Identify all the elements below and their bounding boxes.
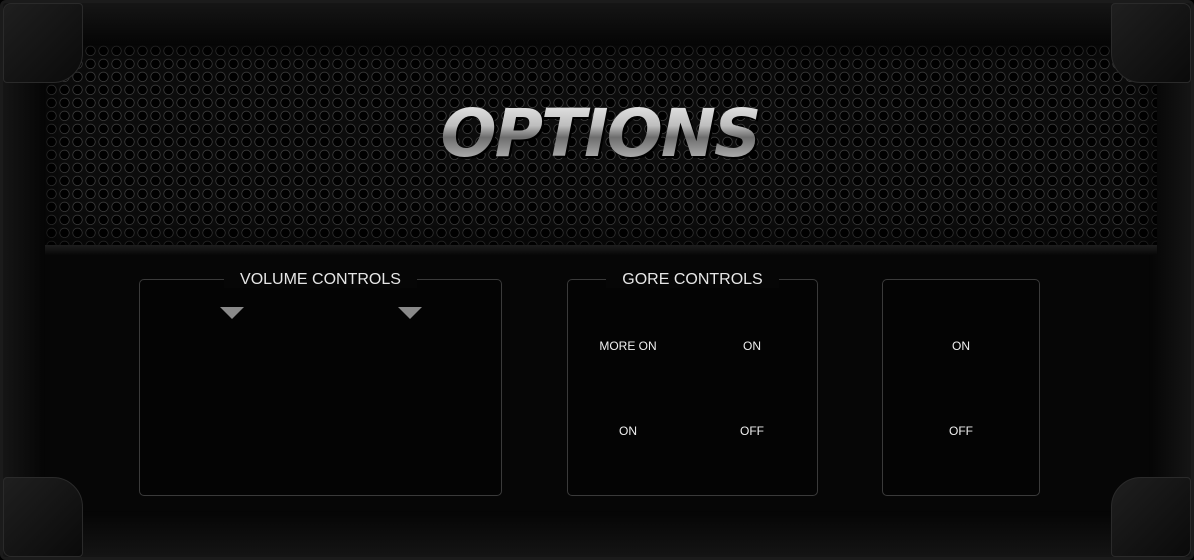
- corner-cap: [1111, 477, 1191, 557]
- toggle-option-off[interactable]: OFF: [911, 424, 1011, 438]
- frame-bottom: [3, 511, 1191, 557]
- corner-cap: [3, 477, 83, 557]
- toggle-option-on[interactable]: ON: [911, 339, 1011, 353]
- corner-cap: [1111, 3, 1191, 83]
- gore-controls-label: GORE CONTROLS: [606, 271, 779, 288]
- gore-option-on-left[interactable]: ON: [578, 424, 678, 438]
- gore-option-more-on[interactable]: MORE ON: [578, 339, 678, 353]
- toggle-panel: ON OFF: [882, 279, 1040, 496]
- gore-option-on-right[interactable]: ON: [702, 339, 802, 353]
- grille-edge: [45, 245, 1157, 255]
- volume-controls-label: VOLUME CONTROLS: [224, 271, 417, 288]
- options-screen: OPTIONS VOLUME CONTROLS GORE CONTROLS MO…: [0, 0, 1194, 560]
- volume-slider-2-handle-icon[interactable]: [398, 307, 422, 319]
- gore-controls-panel: GORE CONTROLS MORE ON ON ON OFF: [567, 271, 818, 496]
- page-title: OPTIONS: [3, 95, 1191, 172]
- gore-option-off[interactable]: OFF: [702, 424, 802, 438]
- volume-controls-panel: VOLUME CONTROLS: [139, 271, 502, 496]
- corner-cap: [3, 3, 83, 83]
- frame-top: [3, 3, 1191, 45]
- volume-slider-1-handle-icon[interactable]: [220, 307, 244, 319]
